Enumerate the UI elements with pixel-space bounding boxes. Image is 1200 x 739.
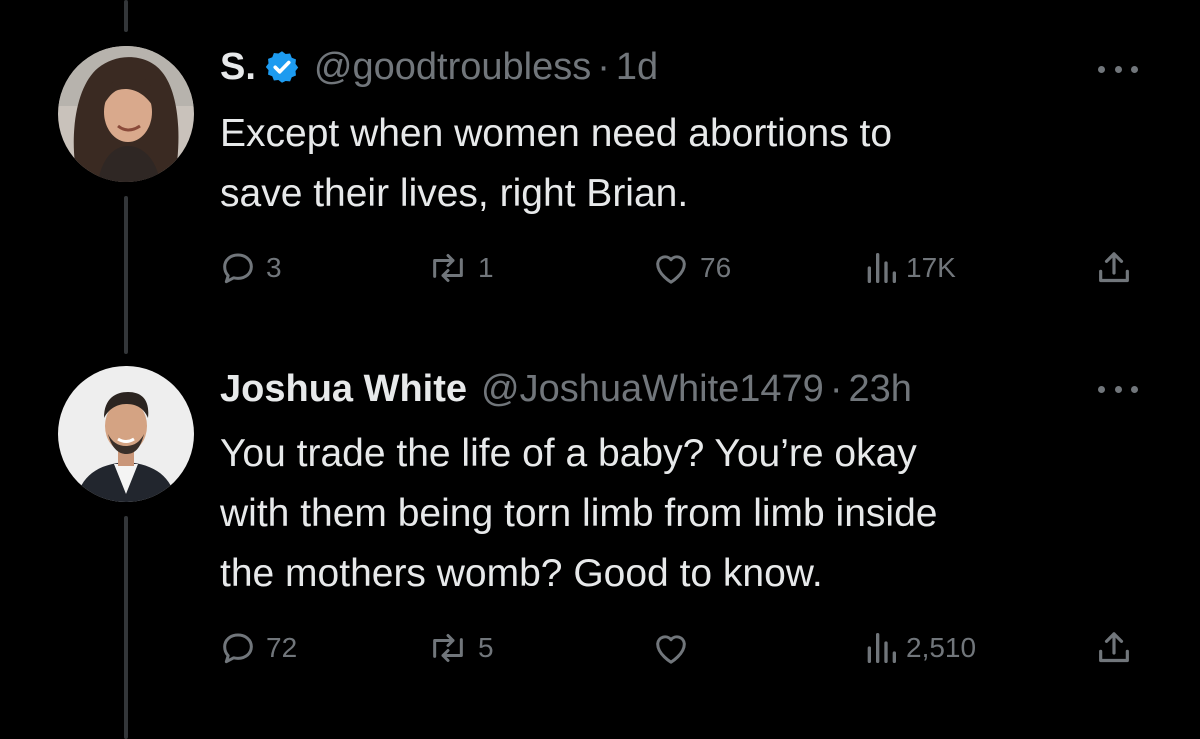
display-name[interactable]: Joshua White (220, 366, 467, 412)
views-icon (867, 633, 896, 663)
tweet-header: Joshua White @JoshuaWhite1479 · 23h (220, 366, 912, 412)
repost-icon (433, 254, 463, 282)
views-count: 2,510 (906, 632, 977, 663)
share-button[interactable] (1094, 626, 1134, 670)
timestamp[interactable]: 23h (848, 366, 911, 412)
views-button[interactable]: 17K (864, 246, 956, 290)
like-icon (656, 255, 686, 284)
share-icon (1099, 632, 1129, 663)
reply-icon (223, 633, 253, 664)
action-bar: 72 5 2,510 (218, 626, 1142, 670)
action-bar: 3 1 76 17K (218, 246, 1142, 290)
tweet-header: S. @goodtroubless · 1d (220, 44, 658, 90)
tweet-text: Except when women need abortions to save… (220, 104, 1120, 224)
user-handle[interactable]: @JoshuaWhite1479 (481, 366, 824, 412)
verified-badge-icon (264, 49, 300, 85)
like-count: 76 (700, 252, 732, 283)
timestamp[interactable]: 1d (616, 44, 658, 90)
like-icon (656, 635, 686, 664)
views-count: 17K (906, 252, 956, 283)
reply-button[interactable]: 3 (218, 246, 282, 290)
tweet-text-line: You trade the life of a baby? You’re oka… (220, 432, 917, 475)
avatar[interactable] (58, 46, 194, 182)
user-handle[interactable]: @goodtroubless (314, 44, 591, 90)
repost-button[interactable]: 5 (426, 626, 494, 670)
tweet-text-line: with them being torn limb from limb insi… (220, 492, 938, 535)
repost-button[interactable]: 1 (426, 246, 494, 290)
tweet[interactable]: S. @goodtroubless · 1d Except when women… (0, 0, 1200, 340)
display-name[interactable]: S. (220, 44, 256, 90)
share-button[interactable] (1094, 246, 1134, 290)
views-button[interactable]: 2,510 (864, 626, 976, 670)
views-icon (867, 253, 896, 283)
separator-dot: · (829, 368, 843, 410)
tweet-text: You trade the life of a baby? You’re oka… (220, 424, 1120, 604)
repost-count: 1 (478, 252, 494, 283)
share-icon (1099, 252, 1129, 283)
reply-button[interactable]: 72 (218, 626, 297, 670)
tweet-text-line: Except when women need abortions to (220, 112, 893, 155)
repost-icon (433, 634, 463, 662)
more-icon[interactable] (1098, 54, 1138, 84)
avatar[interactable] (58, 366, 194, 502)
reply-icon (223, 253, 253, 284)
like-button[interactable] (650, 626, 700, 670)
like-button[interactable]: 76 (650, 246, 731, 290)
reply-count: 3 (266, 252, 282, 283)
reply-count: 72 (266, 632, 298, 663)
tweet-text-line: the mothers womb? Good to know. (220, 552, 823, 595)
more-icon[interactable] (1098, 374, 1138, 404)
tweet-text-line: save their lives, right Brian. (220, 172, 689, 215)
tweet[interactable]: Joshua White @JoshuaWhite1479 · 23h You … (0, 340, 1200, 739)
repost-count: 5 (478, 632, 494, 663)
separator-dot: · (597, 46, 610, 88)
